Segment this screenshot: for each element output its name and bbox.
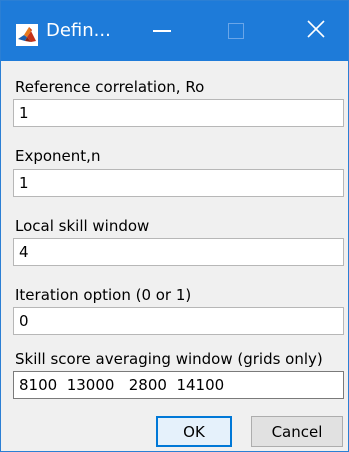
- local-skill-window-label: Local skill window: [15, 217, 150, 235]
- reference-correlation-input[interactable]: [13, 99, 344, 127]
- iteration-option-label: Iteration option (0 or 1): [15, 286, 192, 304]
- dialog-body: Reference correlation, Ro Exponent,n Loc…: [1, 61, 348, 451]
- close-button[interactable]: [286, 1, 346, 61]
- define-parameters-dialog: Defin... Reference correlation, Ro Expon…: [0, 0, 349, 452]
- cancel-button[interactable]: Cancel: [251, 416, 343, 447]
- skill-score-averaging-window-label: Skill score averaging window (grids only…: [15, 350, 323, 368]
- maximize-button[interactable]: [206, 1, 266, 61]
- skill-score-averaging-window-input[interactable]: [13, 371, 344, 399]
- minimize-icon: [153, 30, 171, 32]
- ok-button[interactable]: OK: [156, 416, 232, 447]
- local-skill-window-input[interactable]: [13, 238, 344, 266]
- exponent-label: Exponent,n: [15, 147, 101, 165]
- title-bar[interactable]: Defin...: [1, 1, 348, 61]
- window-title: Defin...: [46, 20, 111, 41]
- matlab-icon: [16, 24, 38, 46]
- maximize-icon: [228, 23, 244, 39]
- iteration-option-input[interactable]: [13, 307, 344, 335]
- reference-correlation-label: Reference correlation, Ro: [15, 78, 205, 96]
- close-icon: [306, 19, 326, 43]
- minimize-button[interactable]: [132, 1, 192, 61]
- exponent-input[interactable]: [13, 169, 344, 197]
